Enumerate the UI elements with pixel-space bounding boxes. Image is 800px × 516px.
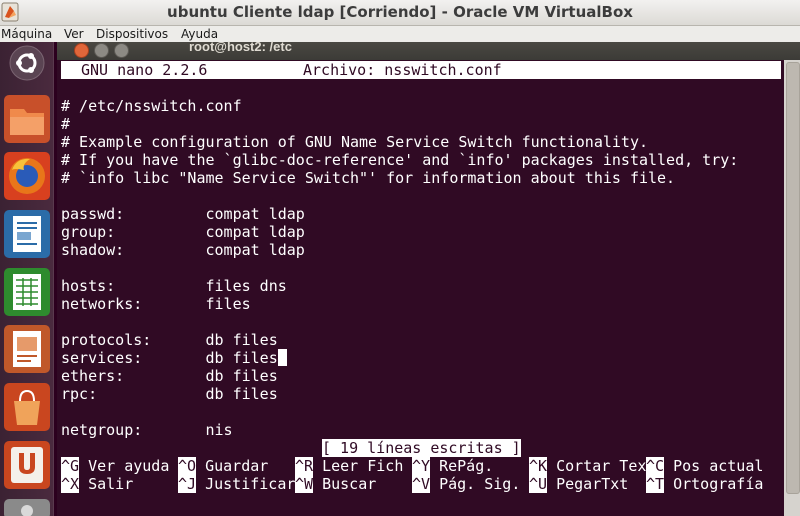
shortcut-key: ^T <box>646 475 665 493</box>
shortcut-label: Ortografía <box>664 475 764 493</box>
shortcut-key: ^Y <box>412 457 431 475</box>
vbox-menu-bar: Máquina Ver Dispositivos Ayuda <box>0 26 800 42</box>
buffer-line: netgroup: nis <box>61 421 233 439</box>
settings-icon[interactable] <box>2 497 50 516</box>
minimize-icon[interactable] <box>94 43 109 58</box>
maximize-icon[interactable] <box>114 43 129 58</box>
buffer-line: passwd: compat ldap <box>61 205 305 223</box>
shortcut-label: Ver ayuda <box>79 457 170 475</box>
terminal-title: root@host2: /etc <box>189 39 292 54</box>
shortcut-label: RePág. <box>430 457 494 475</box>
shortcut-key: ^G <box>61 457 80 475</box>
shortcut-key: ^O <box>178 457 197 475</box>
nano-edit-buffer[interactable]: # /etc/nsswitch.conf # # Example configura… <box>61 97 738 439</box>
window-title: ubuntu Cliente ldap [Corriendo] - Oracle… <box>167 3 633 21</box>
shortcut-label: Pág. Sig. <box>430 475 521 493</box>
files-icon[interactable] <box>2 93 50 145</box>
firefox-icon[interactable] <box>2 150 50 202</box>
buffer-line <box>61 187 738 205</box>
shortcut-justificar[interactable]: ^J Justificar <box>178 475 295 493</box>
shortcut-label: Leer Fich <box>313 457 404 475</box>
menu-dispositivos[interactable]: Dispositivos <box>96 27 168 41</box>
ubuntu-one-icon[interactable] <box>2 439 50 491</box>
software-center-icon[interactable] <box>2 381 50 433</box>
shortcut-pos-actual[interactable]: ^C Pos actual <box>646 457 763 475</box>
shortcut-key: ^W <box>295 475 314 493</box>
buffer-line: hosts: files dns <box>61 277 287 295</box>
nano-status-message: [ 19 líneas escritas ] <box>322 439 521 457</box>
shortcut-leer-fich[interactable]: ^R Leer Fich <box>295 457 403 475</box>
buffer-line: # <box>61 115 71 133</box>
writer-icon[interactable] <box>2 208 50 260</box>
shortcut-label: Cortar Tex <box>547 457 647 475</box>
shortcut-key: ^X <box>61 475 80 493</box>
shortcut-buscar[interactable]: ^W Buscar <box>295 475 376 493</box>
buffer-line <box>61 403 738 421</box>
shortcut-key: ^J <box>178 475 197 493</box>
buffer-line: # If you have the `glibc-doc-reference' … <box>61 151 739 169</box>
shortcut-label: Buscar <box>313 475 377 493</box>
buffer-line: rpc: db files <box>61 385 278 403</box>
nano-header-bar: GNU nano 2.2.6 Archivo: nsswitch.conf <box>61 61 781 79</box>
buffer-line: services: db files <box>61 349 738 367</box>
menu-ver[interactable]: Ver <box>64 27 84 41</box>
calc-icon[interactable] <box>2 266 50 318</box>
buffer-line: networks: files <box>61 295 251 313</box>
shortcut-ver-ayuda[interactable]: ^G Ver ayuda <box>61 457 169 475</box>
unity-launcher <box>0 42 54 516</box>
shortcut-guardar[interactable]: ^O Guardar <box>178 457 268 475</box>
shortcut-pág-sig[interactable]: ^V Pág. Sig. <box>412 475 520 493</box>
terminal-scrollbar[interactable] <box>784 60 800 516</box>
shortcut-cortar-tex[interactable]: ^K Cortar Tex <box>529 457 646 475</box>
shortcut-label: Guardar <box>196 457 269 475</box>
shortcut-key: ^U <box>529 475 548 493</box>
shortcut-label: PegarTxt <box>547 475 629 493</box>
terminal-title-bar: root@host2: /etc <box>57 39 800 60</box>
buffer-line: # `info libc "Name Service Switch"' for … <box>61 169 676 187</box>
buffer-line: protocols: db files <box>61 331 278 349</box>
buffer-line: # /etc/nsswitch.conf <box>61 97 242 115</box>
shortcut-label: Pos actual <box>664 457 764 475</box>
shortcut-pegartxt[interactable]: ^U PegarTxt <box>529 475 628 493</box>
scrollbar-thumb[interactable] <box>786 62 800 494</box>
buffer-line: shadow: compat ldap <box>61 241 305 259</box>
vbox-title-bar: ubuntu Cliente ldap [Corriendo] - Oracle… <box>0 0 800 26</box>
buffer-line: group: compat ldap <box>61 223 305 241</box>
guest-screen: root@host2: /etc GNU nano 2.2.6 Archivo:… <box>0 39 800 516</box>
shortcut-repág[interactable]: ^Y RePág. <box>412 457 493 475</box>
nano-filename: Archivo: nsswitch.conf <box>303 61 502 79</box>
shortcut-label: Salir <box>79 475 134 493</box>
buffer-line <box>61 313 738 331</box>
shortcut-ortografía[interactable]: ^T Ortografía <box>646 475 763 493</box>
shortcut-key: ^K <box>529 457 548 475</box>
shortcut-salir[interactable]: ^X Salir <box>61 475 133 493</box>
terminal-area[interactable]: GNU nano 2.2.6 Archivo: nsswitch.conf # … <box>57 60 784 516</box>
close-icon[interactable] <box>74 43 89 58</box>
shortcut-label: Justificar <box>196 475 296 493</box>
ubuntu-dash-icon[interactable] <box>2 42 50 86</box>
shortcut-key: ^C <box>646 457 665 475</box>
buffer-line: ethers: db files <box>61 367 278 385</box>
menu-maquina[interactable]: Máquina <box>1 27 52 41</box>
text-cursor <box>277 349 287 366</box>
shortcut-key: ^V <box>412 475 431 493</box>
buffer-line: # Example configuration of GNU Name Serv… <box>61 133 648 151</box>
shortcut-key: ^R <box>295 457 314 475</box>
impress-icon[interactable] <box>2 323 50 375</box>
nano-version: GNU nano 2.2.6 <box>81 61 208 79</box>
buffer-line <box>61 259 738 277</box>
